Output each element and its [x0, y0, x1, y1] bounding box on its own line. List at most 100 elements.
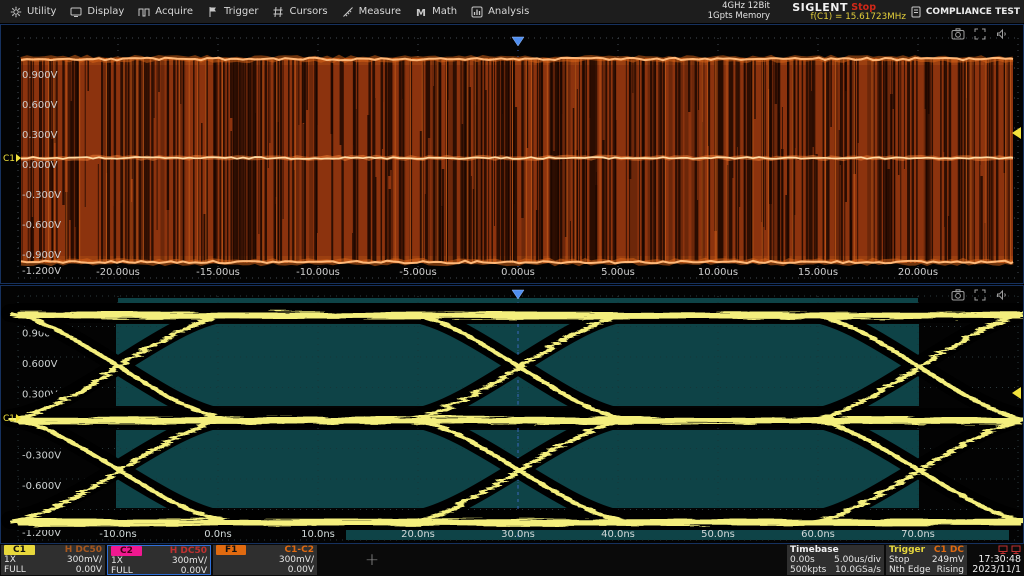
menu-item-label: Cursors [289, 6, 327, 17]
axis-label: C1 [3, 414, 15, 424]
menu-item-label: Trigger [224, 6, 259, 17]
f1-source: C1-C2 [285, 545, 314, 555]
channel-c2-box[interactable]: C2 H DC50 1X 300mV/ FULL 0.00V [107, 545, 211, 575]
main-graticule: 0.900V0.600V0.300V0.000V-0.300V-0.600V-0… [1, 25, 1023, 283]
axis-label: 10.00us [698, 267, 738, 278]
c2-offset: 0.00V [181, 566, 207, 575]
c2-coupling: H DC50 [170, 546, 207, 556]
menu-item-math[interactable]: M Math [415, 6, 457, 18]
menu-item-analysis[interactable]: Analysis [471, 6, 529, 18]
menu-item-label: Measure [359, 6, 402, 17]
axis-label: -5.00us [399, 267, 436, 278]
camera-icon[interactable] [951, 289, 965, 301]
menu-item-measure[interactable]: Measure [342, 6, 402, 18]
timebase-scale: 5.00us/div [834, 555, 881, 565]
c2-bandwidth: FULL [111, 566, 133, 575]
measure-icon [342, 6, 354, 18]
expand-icon[interactable] [974, 289, 986, 301]
compliance-test-button[interactable]: COMPLIANCE TEST [911, 6, 1020, 18]
plus-icon: + [365, 550, 379, 570]
c2-scale: 300mV/ [172, 556, 207, 566]
expand-icon[interactable] [974, 28, 986, 40]
clock-block: 17:30:48 2023/11/1 [951, 545, 1021, 575]
axis-label: C1 [3, 154, 15, 164]
axis-label: -10.0ns [99, 529, 136, 540]
menu-item-label: Display [87, 6, 124, 17]
axis-label: 15.00us [798, 267, 838, 278]
math-icon: M [415, 6, 427, 18]
acquire-icon [138, 6, 150, 18]
timebase-box[interactable]: Timebase 0.00s 5.00us/div 500kpts 10.0GS… [787, 545, 884, 575]
clock-date: 2023/11/1 [951, 565, 1021, 575]
panel-toolbar [951, 28, 1007, 40]
add-channel-button[interactable]: + [320, 545, 424, 575]
axis-label: 0.900V [22, 70, 58, 81]
trigger-type: Nth Edge [889, 565, 930, 575]
frequency-counter: f(C1) = 15.61723MHz [811, 12, 906, 22]
eye-diagram-panel[interactable]: 0.900V0.600V0.300V0.000V-0.300V-0.600V-0… [0, 285, 1024, 544]
axis-label: 70.0ns [901, 529, 935, 540]
axis-label: 20.0ns [401, 529, 435, 540]
cursors-icon [272, 6, 284, 18]
axis-label: 40.0ns [601, 529, 635, 540]
memory-label: 1Gpts Memory [708, 12, 770, 22]
timebase-delay: 0.00s [790, 555, 815, 565]
trigger-title: Trigger [889, 545, 925, 555]
menu-item-label: Acquire [155, 6, 193, 17]
timebase-points: 500kpts [790, 565, 826, 575]
axis-label: 20.00us [898, 267, 938, 278]
axis-label: 0.600V [22, 359, 58, 370]
menu-item-label: Math [432, 6, 457, 17]
zoom-waveform-icon[interactable] [995, 289, 1007, 301]
trigger-mode: Stop [889, 555, 909, 565]
c1-coupling: H DC50 [65, 545, 102, 555]
axis-label: -0.300V [22, 190, 61, 201]
timebase-rate: 10.0GSa/s [835, 565, 881, 575]
analysis-icon [471, 6, 483, 18]
menu-item-cursors[interactable]: Cursors [272, 6, 327, 18]
c2-badge: C2 [111, 546, 142, 556]
axis-label: 0.600V [22, 100, 58, 111]
axis-label: -15.00us [196, 267, 240, 278]
c1-attenuation: 1X [4, 555, 16, 565]
trigger-position-marker[interactable] [512, 290, 524, 299]
channel-offset-marker[interactable]: C1 [3, 154, 21, 164]
axis-label: 0.0ns [204, 529, 231, 540]
menu-item-trigger[interactable]: Trigger [207, 6, 259, 18]
display-icon [70, 6, 82, 18]
axis-label: -1.200V [22, 266, 61, 277]
zoom-waveform-icon[interactable] [995, 28, 1007, 40]
panel-toolbar [951, 289, 1007, 301]
trigger-level-marker[interactable] [1012, 387, 1021, 399]
svg-text:M: M [416, 8, 426, 18]
camera-icon[interactable] [951, 28, 965, 40]
hardware-info: 4GHz 12Bit 1Gpts Memory [708, 2, 770, 21]
axis-label: -10.00us [296, 267, 340, 278]
header-right: 4GHz 12Bit 1Gpts Memory SIGLENT Stop f(C… [694, 0, 1024, 23]
menu-item-label: Analysis [488, 6, 529, 17]
flag-icon [207, 6, 219, 18]
trigger-position-marker[interactable] [512, 37, 524, 46]
main-waveform-panel[interactable]: 0.900V0.600V0.300V0.000V-0.300V-0.600V-0… [0, 24, 1024, 284]
function-f1-box[interactable]: F1 C1-C2 300mV/ 0.00V [213, 545, 317, 575]
axis-label: 50.0ns [701, 529, 735, 540]
menu-bar: Utility Display Acquire Trigger Cursors … [0, 0, 1024, 23]
axis-label: 0.300V [22, 130, 58, 141]
c2-attenuation: 1X [111, 556, 123, 566]
oscilloscope-screen: { "menu": { "items": [ {"label": "Utilit… [0, 0, 1024, 576]
channel-c1-box[interactable]: C1 H DC50 1X 300mV/ FULL 0.00V [1, 545, 105, 575]
menu-item-acquire[interactable]: Acquire [138, 6, 193, 18]
axis-label: -0.600V [22, 481, 61, 492]
axis-label: 30.0ns [501, 529, 535, 540]
menu-item-utility[interactable]: Utility [10, 6, 56, 18]
menu-item-display[interactable]: Display [70, 6, 124, 18]
status-bar: C1 H DC50 1X 300mV/ FULL 0.00V C2 H DC50… [0, 544, 1024, 576]
axis-label: -0.600V [22, 220, 61, 231]
c1-badge: C1 [4, 545, 35, 555]
timebase-title: Timebase [790, 545, 839, 555]
axis-label: 5.00us [601, 267, 635, 278]
axis-label: 10.0ns [301, 529, 335, 540]
trigger-level-marker[interactable] [1012, 127, 1021, 139]
c1-offset: 0.00V [76, 565, 102, 575]
f1-scale: 300mV/ [279, 555, 314, 565]
